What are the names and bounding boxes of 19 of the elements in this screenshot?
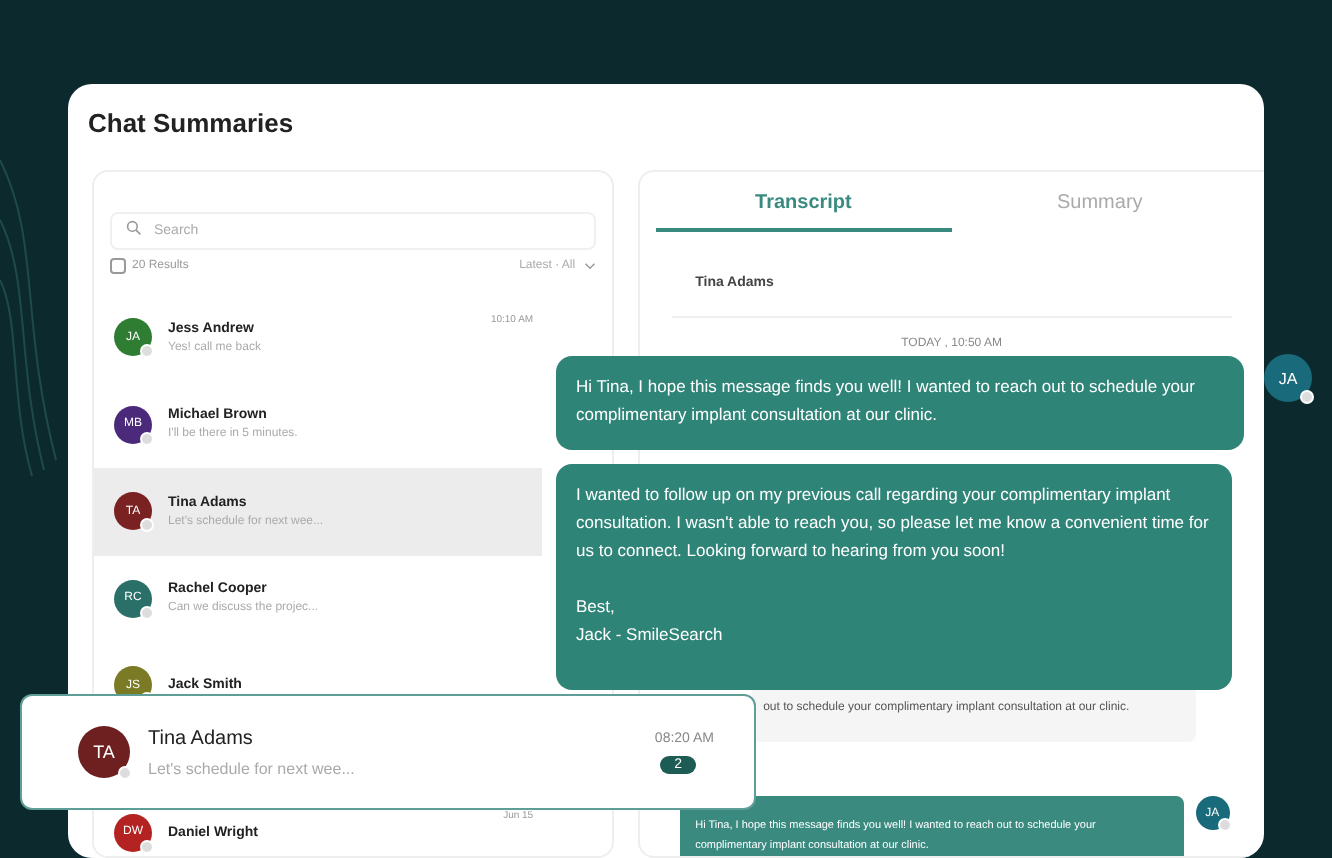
message-preview: Let's schedule for next wee... xyxy=(148,759,357,777)
search-icon xyxy=(126,220,142,236)
contact-name: Tina Adams xyxy=(148,727,255,749)
avatar-initials: JA xyxy=(1278,369,1298,387)
status-icon xyxy=(1217,818,1232,832)
status-icon xyxy=(140,344,154,359)
checkbox[interactable] xyxy=(110,258,126,274)
status-icon xyxy=(118,766,132,780)
status-icon xyxy=(140,605,154,620)
status-icon xyxy=(140,839,154,854)
status-icon xyxy=(1300,390,1314,404)
avatar-initials: TA xyxy=(93,742,115,762)
message-popup: Hi Tina, I hope this message finds you well! I wanted to reach out to schedule your complimentary implant consultation at our clinic. xyxy=(556,356,1244,450)
status-icon xyxy=(140,431,154,446)
page-title: Chat Summaries xyxy=(88,108,296,142)
status-icon xyxy=(140,518,154,533)
message-popup: I wanted to follow up on my previous call regarding your complimentary implant consultation. I wasn't able to reach you, so please let me know a convenient time for us to connect. Looking forward to hearing from you soon! Best, Jack - SmileSearch xyxy=(556,464,1232,690)
caret-icon xyxy=(583,262,596,270)
tab[interactable]: Transcript xyxy=(655,172,952,232)
